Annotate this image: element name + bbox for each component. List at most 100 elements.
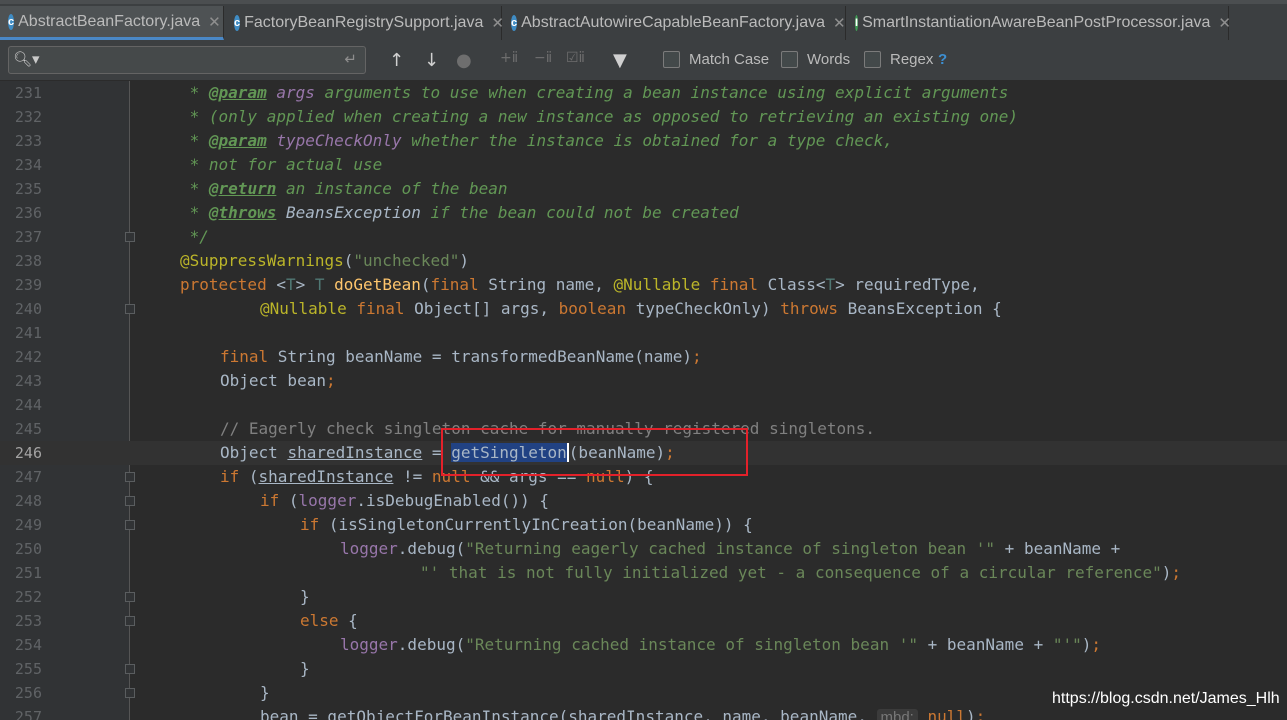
code-line: 254 logger.debug("Returning cached insta… bbox=[0, 633, 1287, 657]
fold-marker-icon[interactable] bbox=[125, 472, 135, 482]
watermark: https://blog.csdn.net/James_Hlh bbox=[1052, 690, 1280, 707]
fold-marker-icon[interactable] bbox=[125, 496, 135, 506]
code-line: 231 * @param args arguments to use when … bbox=[0, 81, 1287, 105]
fold-marker-icon[interactable] bbox=[125, 688, 135, 698]
regex-label: Regex bbox=[890, 51, 934, 68]
line-number: 256 bbox=[14, 684, 42, 702]
code-line: 248 if (logger.isDebugEnabled()) { bbox=[0, 489, 1287, 513]
line-text: logger.debug("Returning cached instance … bbox=[340, 635, 1102, 654]
match-case-label: Match Case bbox=[689, 51, 770, 68]
line-number: 254 bbox=[14, 636, 42, 654]
line-number: 236 bbox=[14, 204, 42, 222]
editor-tab-bar: c AbstractBeanFactory.java ✕ c FactoryBe… bbox=[0, 0, 1287, 40]
line-number: 251 bbox=[14, 564, 42, 582]
tab-label: AbstractBeanFactory.java bbox=[18, 12, 201, 30]
line-text: else { bbox=[300, 611, 358, 630]
match-case-checkbox[interactable]: Match Case bbox=[663, 51, 769, 68]
line-number: 231 bbox=[14, 84, 42, 102]
next-occurrence-icon[interactable]: ↓ bbox=[424, 50, 439, 71]
search-input[interactable]: 🔍︎▾ ↵ bbox=[8, 46, 366, 74]
line-text: * @throws BeansException if the bean cou… bbox=[180, 203, 739, 222]
code-line: 233 * @param typeCheckOnly whether the i… bbox=[0, 129, 1287, 153]
fold-marker-icon[interactable] bbox=[125, 304, 135, 314]
close-icon[interactable]: ✕ bbox=[208, 13, 221, 31]
code-line: 251 "' that is not fully initialized yet… bbox=[0, 561, 1287, 585]
line-text: * @param typeCheckOnly whether the insta… bbox=[180, 131, 893, 150]
fold-marker-icon[interactable] bbox=[125, 592, 135, 602]
java-class-icon: c bbox=[511, 15, 518, 31]
checkbox-box[interactable] bbox=[864, 51, 881, 68]
line-text: } bbox=[300, 659, 310, 678]
regex-checkbox[interactable]: Regex bbox=[864, 51, 933, 68]
line-number: 249 bbox=[14, 516, 42, 534]
fold-marker-icon[interactable] bbox=[125, 520, 135, 530]
line-text: @Nullable final Object[] args, boolean t… bbox=[260, 299, 1002, 318]
line-number: 257 bbox=[14, 708, 42, 720]
find-all-icon[interactable]: ● bbox=[456, 50, 472, 71]
line-number: 238 bbox=[14, 252, 42, 270]
line-number: 242 bbox=[14, 348, 42, 366]
regex-help-link[interactable]: ? bbox=[938, 51, 947, 68]
line-text: @SuppressWarnings("unchecked") bbox=[180, 251, 470, 270]
search-icon[interactable]: 🔍︎▾ bbox=[13, 50, 40, 68]
line-text: } bbox=[300, 587, 310, 606]
java-interface-icon: I bbox=[855, 15, 859, 31]
fold-marker-icon[interactable] bbox=[125, 232, 135, 242]
line-text: if (logger.isDebugEnabled()) { bbox=[260, 491, 549, 510]
find-toolbar: 🔍︎▾ ↵ ↑ ↓ ● +ⅱ −ⅱ ☑ⅱ ▼ Match Case Words … bbox=[0, 40, 1287, 81]
line-number: 243 bbox=[14, 372, 42, 390]
line-number: 253 bbox=[14, 612, 42, 630]
fold-marker-icon[interactable] bbox=[125, 664, 135, 674]
code-line: 253 else { bbox=[0, 609, 1287, 633]
tab-abstract-autowire-capable-bean-factory[interactable]: c AbstractAutowireCapableBeanFactory.jav… bbox=[503, 6, 846, 40]
new-line-icon[interactable]: ↵ bbox=[344, 50, 357, 68]
line-text: * @param args arguments to use when crea… bbox=[180, 83, 1009, 102]
filter-icon[interactable]: ▼ bbox=[613, 50, 627, 71]
line-text: * (only applied when creating a new inst… bbox=[180, 107, 1019, 126]
checkbox-box[interactable] bbox=[781, 51, 798, 68]
previous-occurrence-icon[interactable]: ↑ bbox=[389, 50, 404, 71]
line-number: 237 bbox=[14, 228, 42, 246]
line-text: logger.debug("Returning eagerly cached i… bbox=[340, 539, 1121, 558]
close-icon[interactable]: ✕ bbox=[1218, 14, 1231, 32]
navigation-bar-strip bbox=[0, 0, 1287, 4]
checkbox-box[interactable] bbox=[663, 51, 680, 68]
remove-occurrence-icon[interactable]: −ⅱ bbox=[534, 50, 552, 66]
add-occurrence-icon[interactable]: +ⅱ bbox=[500, 50, 518, 66]
line-number: 246 bbox=[14, 444, 42, 462]
code-line: 237 */ bbox=[0, 225, 1287, 249]
line-text: "' that is not fully initialized yet - a… bbox=[420, 563, 1182, 582]
tab-label: SmartInstantiationAwareBeanPostProcessor… bbox=[862, 14, 1211, 31]
highlight-box bbox=[441, 428, 748, 476]
tab-label: FactoryBeanRegistrySupport.java bbox=[244, 14, 484, 31]
line-number: 235 bbox=[14, 180, 42, 198]
line-number: 244 bbox=[14, 396, 42, 414]
code-line: 244 bbox=[0, 393, 1287, 417]
line-text: final String beanName = transformedBeanN… bbox=[220, 347, 702, 366]
select-all-occurrences-icon[interactable]: ☑ⅱ bbox=[566, 50, 585, 66]
tab-factory-bean-registry-support[interactable]: c FactoryBeanRegistrySupport.java ✕ bbox=[226, 6, 504, 40]
close-icon[interactable]: ✕ bbox=[833, 14, 846, 32]
words-checkbox[interactable]: Words bbox=[781, 51, 850, 68]
line-number: 248 bbox=[14, 492, 42, 510]
line-number: 234 bbox=[14, 156, 42, 174]
line-text: if (isSingletonCurrentlyInCreation(beanN… bbox=[300, 515, 753, 534]
java-class-icon: c bbox=[8, 13, 15, 30]
line-text: * not for actual use bbox=[180, 155, 383, 174]
code-line: 236 * @throws BeansException if the bean… bbox=[0, 201, 1287, 225]
line-number: 252 bbox=[14, 588, 42, 606]
code-line: 250 logger.debug("Returning eagerly cach… bbox=[0, 537, 1287, 561]
code-line: 239 protected <T> T doGetBean(final Stri… bbox=[0, 273, 1287, 297]
code-line: 234 * not for actual use bbox=[0, 153, 1287, 177]
line-number: 232 bbox=[14, 108, 42, 126]
line-text: Object bean; bbox=[220, 371, 336, 390]
line-text: * @return an instance of the bean bbox=[180, 179, 508, 198]
line-number: 233 bbox=[14, 132, 42, 150]
tab-abstract-bean-factory[interactable]: c AbstractBeanFactory.java ✕ bbox=[0, 6, 224, 40]
words-label: Words bbox=[807, 51, 851, 68]
line-text: bean = getObjectForBeanInstance(sharedIn… bbox=[260, 705, 985, 720]
tab-smart-instantiation-aware-bean-post-processor[interactable]: I SmartInstantiationAwareBeanPostProcess… bbox=[847, 6, 1231, 40]
line-number: 255 bbox=[14, 660, 42, 678]
fold-marker-icon[interactable] bbox=[125, 616, 135, 626]
code-line: 242 final String beanName = transformedB… bbox=[0, 345, 1287, 369]
